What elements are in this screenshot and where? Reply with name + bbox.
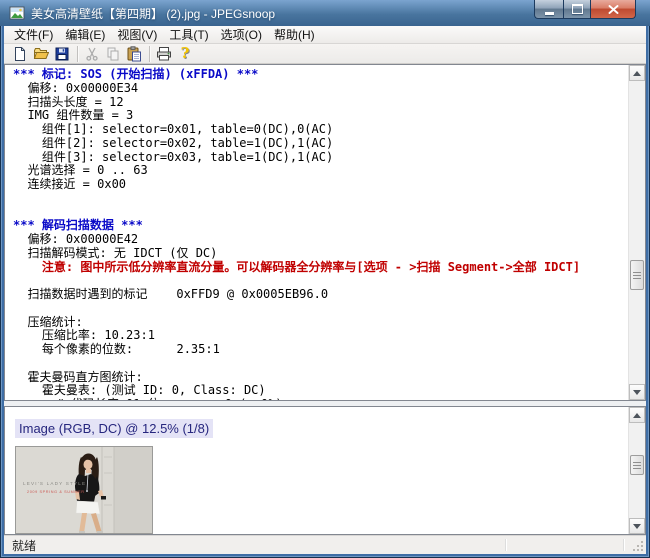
minimize-icon — [545, 12, 554, 15]
help-icon: ? — [181, 46, 190, 61]
menu-options[interactable]: 选项(O) — [215, 25, 268, 44]
close-button[interactable] — [591, 0, 636, 19]
console-line — [13, 192, 628, 206]
console-line: 偏移: 0x00000E34 — [13, 82, 628, 96]
console-line: *** 解码扫描数据 *** — [13, 219, 628, 233]
copy-button[interactable] — [103, 45, 123, 63]
console-line — [13, 357, 628, 371]
scroll-up-button[interactable] — [629, 65, 645, 81]
window-controls — [534, 0, 636, 19]
cut-scissors-icon — [84, 46, 100, 62]
cut-button[interactable] — [82, 45, 102, 63]
decode-console-pane: *** 标记: SOS (开始扫描) (xFFDA) *** 偏移: 0x000… — [4, 64, 646, 401]
menu-tools[interactable]: 工具(T) — [163, 25, 214, 44]
scroll-thumb[interactable] — [630, 260, 644, 290]
toolbar-separator — [149, 46, 150, 62]
statusbar: 就绪 — [4, 535, 646, 554]
console-line: 偏移: 0x00000E42 — [13, 233, 628, 247]
arrow-up-icon — [633, 71, 641, 76]
save-floppy-icon — [54, 46, 70, 62]
open-folder-icon — [33, 46, 49, 62]
menu-edit[interactable]: 编辑(E) — [59, 25, 111, 44]
toolbar: ? — [4, 44, 646, 64]
thumbnail-caption: LEVI'S LADY STYLE — [23, 481, 86, 486]
menu-help[interactable]: 帮助(H) — [268, 25, 321, 44]
arrow-down-icon — [633, 390, 641, 395]
console-line: 注意: 图中所示低分辨率直流分量。可以解码器全分辨率与[选项 - >扫描 Seg… — [13, 261, 628, 275]
toolbar-separator — [77, 46, 78, 62]
statusbar-divider — [623, 539, 624, 551]
close-icon — [608, 5, 619, 14]
maximize-button[interactable] — [563, 0, 591, 19]
menubar: 文件(F) 编辑(E) 视图(V) 工具(T) 选项(O) 帮助(H) — [4, 26, 646, 44]
thumbnail-subcaption: 2009 SPRING & SUMMER — [27, 490, 85, 494]
print-icon — [156, 46, 172, 62]
window-title: 美女高清壁纸【第四期】 (2).jpg - JPEGsnoop — [31, 5, 275, 22]
scroll-down-button[interactable] — [629, 518, 645, 534]
help-button[interactable]: ? — [175, 45, 195, 63]
arrow-up-icon — [633, 413, 641, 418]
console-line: 组件[1]: selector=0x01, table=0(DC),0(AC) — [13, 123, 628, 137]
new-file-icon — [12, 46, 28, 62]
statusbar-divider — [505, 539, 506, 551]
app-icon — [9, 5, 25, 21]
scroll-up-button[interactable] — [629, 407, 645, 423]
resize-grip-icon[interactable] — [632, 540, 645, 553]
paste-clipboard-icon — [126, 46, 142, 62]
menu-view[interactable]: 视图(V) — [111, 25, 163, 44]
image-pane-scrollbar[interactable] — [628, 407, 645, 534]
image-info-label: Image (RGB, DC) @ 12.5% (1/8) — [15, 419, 213, 438]
scroll-down-button[interactable] — [629, 384, 645, 400]
scroll-thumb[interactable] — [630, 455, 644, 475]
console-line: 霍夫曼表: (测试 ID: 0, Class: DC) — [13, 384, 628, 398]
console-text: *** 标记: SOS (开始扫描) (xFFDA) *** 偏移: 0x000… — [5, 65, 628, 400]
minimize-button[interactable] — [534, 0, 563, 19]
console-line: IMG 组件数量 = 3 — [13, 109, 628, 123]
maximize-icon — [572, 4, 583, 14]
console-line — [13, 302, 628, 316]
paste-button[interactable] — [124, 45, 144, 63]
save-button[interactable] — [52, 45, 72, 63]
console-line — [13, 274, 628, 288]
print-button[interactable] — [154, 45, 174, 63]
console-line: 组件[2]: selector=0x02, table=1(DC),1(AC) — [13, 137, 628, 151]
image-thumbnail: LEVI'S LADY STYLE 2009 SPRING & SUMMER — [15, 446, 153, 534]
copy-pages-icon — [105, 46, 121, 62]
console-line: # 代码长度 01 位: 0 ( 0%) — [13, 398, 628, 400]
console-line: 连续接近 = 0x00 — [13, 178, 628, 192]
console-line: 光谱选择 = 0 .. 63 — [13, 164, 628, 178]
titlebar[interactable]: 美女高清壁纸【第四期】 (2).jpg - JPEGsnoop — [0, 0, 650, 26]
new-button[interactable] — [10, 45, 30, 63]
open-button[interactable] — [31, 45, 51, 63]
menu-file[interactable]: 文件(F) — [8, 25, 59, 44]
console-line: 扫描解码模式: 无 IDCT (仅 DC) — [13, 247, 628, 261]
console-line: 扫描数据时遇到的标记 0xFFD9 @ 0x0005EB96.0 — [13, 288, 628, 302]
thumbnail-photo: LEVI'S LADY STYLE 2009 SPRING & SUMMER — [16, 447, 152, 533]
console-scrollbar[interactable] — [628, 65, 645, 400]
arrow-down-icon — [633, 524, 641, 529]
image-preview-pane: Image (RGB, DC) @ 12.5% (1/8) — [4, 406, 646, 535]
status-text: 就绪 — [4, 537, 36, 554]
console-line: 每个像素的位数: 2.35:1 — [13, 343, 628, 357]
console-line: 组件[3]: selector=0x03, table=1(DC),1(AC) — [13, 151, 628, 165]
console-line: *** 标记: SOS (开始扫描) (xFFDA) *** — [13, 68, 628, 82]
jpegsnoop-window: 美女高清壁纸【第四期】 (2).jpg - JPEGsnoop 文件(F) 编辑… — [0, 0, 650, 558]
console-line: 压缩比率: 10.23:1 — [13, 329, 628, 343]
